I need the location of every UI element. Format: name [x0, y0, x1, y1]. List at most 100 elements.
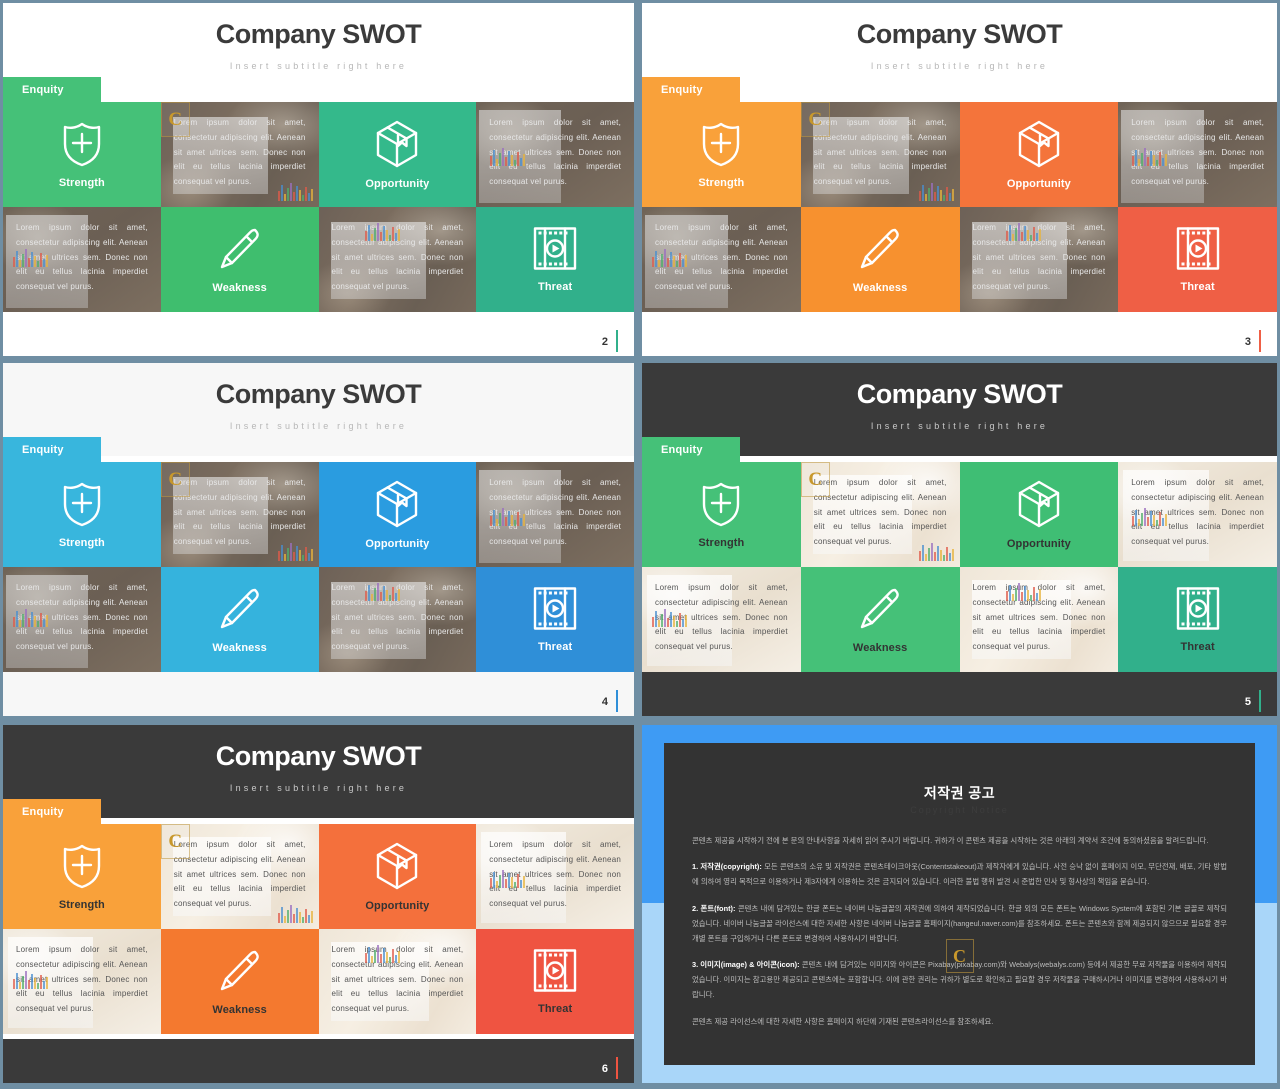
chart-accent	[364, 945, 400, 963]
swot-grid: Strength C Lorem ipsum dolor sit amet, con…	[3, 102, 634, 312]
quadrant-strength[interactable]: Strength	[3, 824, 161, 929]
quadrant-label: Weakness	[212, 282, 267, 294]
description-tile: Lorem ipsum dolor sit amet, consectetur …	[959, 207, 1119, 312]
watermark-logo: C	[160, 102, 190, 137]
quadrant-threat[interactable]: Threat	[1118, 567, 1277, 672]
quadrant-threat[interactable]: Threat	[1118, 207, 1277, 312]
page-title: Company SWOT	[215, 379, 422, 409]
copyright-section-1: 1. 저작권(copyright): 모든 콘텐츠의 소유 및 저작권은 콘텐츠…	[692, 862, 1227, 887]
slide-6[interactable]: Company SWOT Insert subtitle right here En…	[3, 725, 634, 1083]
quadrant-label: Threat	[1180, 281, 1215, 293]
slide-2[interactable]: Company SWOT Insert subtitle right here En…	[3, 3, 634, 356]
quadrant-label: Threat	[538, 281, 573, 293]
quadrant-weakness[interactable]: Weakness	[800, 567, 960, 672]
chart-accent	[13, 249, 48, 267]
description-tile: Lorem ipsum dolor sit amet, consectetur …	[1118, 462, 1277, 567]
quadrant-label: Opportunity	[365, 178, 430, 190]
page-number: 3	[1244, 336, 1251, 348]
description-tile: Lorem ipsum dolor sit amet, consectetur …	[959, 567, 1119, 672]
quadrant-opportunity[interactable]: Opportunity	[318, 102, 477, 207]
chart-accent	[490, 870, 526, 888]
enquity-tab[interactable]: Enquity	[642, 77, 740, 102]
shield-plus-icon	[63, 844, 101, 889]
watermark-logo: C	[945, 939, 974, 973]
quadrant-label: Weakness	[212, 1004, 267, 1016]
page-title: Company SWOT	[215, 741, 422, 771]
enquity-tab[interactable]: Enquity	[3, 799, 101, 824]
chart-accent	[490, 508, 526, 526]
page-subtitle: Insert subtitle right here	[870, 421, 1049, 431]
shield-plus-icon	[703, 482, 740, 527]
page-subtitle: Insert subtitle right here	[229, 421, 408, 431]
film-play-icon	[533, 949, 577, 992]
film-play-icon	[1176, 587, 1219, 630]
slide-footer: 3	[642, 312, 1277, 356]
quadrant-opportunity[interactable]: Opportunity	[959, 462, 1119, 567]
slide-copyright[interactable]: 저작권 공고 Copyright Notice 콘텐츠 제공을 시작하기 전에 본 …	[642, 725, 1277, 1083]
shield-plus-icon	[63, 482, 101, 527]
chart-accent	[1132, 148, 1168, 166]
quadrant-strength[interactable]: Strength	[3, 102, 161, 207]
page-number: 4	[601, 696, 608, 708]
copyright-outro: 콘텐츠 제공 라이선스에 대한 자세한 사항은 홈페이지 하단에 기재된 콘텐츠…	[692, 1016, 994, 1026]
description-tile: Lorem ipsum dolor sit amet, consectetur …	[318, 207, 477, 312]
quadrant-weakness[interactable]: Weakness	[160, 567, 319, 672]
quadrant-strength[interactable]: Strength	[3, 462, 161, 567]
description-tile: Lorem ipsum dolor sit amet, consectetur …	[3, 929, 161, 1034]
quadrant-label: Opportunity	[1006, 538, 1071, 550]
page-title: Company SWOT	[215, 19, 422, 49]
quadrant-threat[interactable]: Threat	[476, 567, 634, 672]
page-number-bar	[616, 1057, 618, 1079]
quadrant-label: Threat	[538, 641, 573, 653]
film-play-icon	[1176, 227, 1219, 270]
enquity-tab-label: Enquity	[661, 83, 703, 96]
slide-5[interactable]: Company SWOT Insert subtitle right here En…	[642, 363, 1277, 716]
quadrant-strength[interactable]: Strength	[642, 462, 801, 567]
page-title: Company SWOT	[856, 19, 1063, 49]
enquity-tab[interactable]: Enquity	[642, 437, 740, 462]
chart-accent	[918, 543, 954, 561]
chart-accent	[490, 148, 526, 166]
description-tile: Lorem ipsum dolor sit amet, consectetur …	[642, 207, 801, 312]
slide-footer: 4	[3, 672, 634, 716]
quadrant-weakness[interactable]: Weakness	[160, 207, 319, 312]
pencil-icon	[220, 588, 259, 629]
enquity-tab[interactable]: Enquity	[3, 77, 101, 102]
watermark-logo: C	[160, 824, 190, 859]
quadrant-weakness[interactable]: Weakness	[160, 929, 319, 1034]
pencil-icon	[860, 588, 899, 629]
chart-accent	[1132, 508, 1168, 526]
quadrant-weakness[interactable]: Weakness	[800, 207, 960, 312]
box-3d-icon	[1018, 480, 1060, 528]
copyright-title: 저작권 공고	[923, 785, 996, 801]
shield-plus-icon	[63, 122, 101, 167]
slide-3[interactable]: Company SWOT Insert subtitle right here En…	[642, 3, 1277, 356]
swot-grid: Strength C Lorem ipsum dolor sit amet, con…	[3, 824, 634, 1034]
quadrant-opportunity[interactable]: Opportunity	[959, 102, 1119, 207]
quadrant-label: Strength	[58, 177, 105, 189]
watermark-logo: C	[800, 102, 830, 137]
thumb-cell-3: Company SWOT Insert subtitle right here En…	[637, 0, 1280, 360]
page-number-bar	[1259, 690, 1261, 712]
enquity-tab-label: Enquity	[661, 443, 703, 456]
slide-4[interactable]: Company SWOT Insert subtitle right here En…	[3, 363, 634, 716]
quadrant-threat[interactable]: Threat	[476, 207, 634, 312]
enquity-tab[interactable]: Enquity	[3, 437, 101, 462]
quadrant-opportunity[interactable]: Opportunity	[318, 462, 477, 567]
description-tile: Lorem ipsum dolor sit amet, consectetur …	[318, 929, 477, 1034]
quadrant-label: Weakness	[852, 642, 908, 654]
quadrant-label: Strength	[58, 899, 105, 911]
copyright-intro: 콘텐츠 제공을 시작하기 전에 본 문의 안내사항을 자세히 읽어 주시기 바랍…	[692, 836, 1209, 845]
quadrant-opportunity[interactable]: Opportunity	[318, 824, 477, 929]
chart-accent	[277, 905, 313, 923]
quadrant-threat[interactable]: Threat	[476, 929, 634, 1034]
description-tile: Lorem ipsum dolor sit amet, consectetur …	[3, 567, 161, 672]
slide-footer: 6	[3, 1039, 634, 1083]
quadrant-label: Strength	[698, 177, 745, 189]
quadrant-strength[interactable]: Strength	[642, 102, 801, 207]
page-number: 2	[601, 336, 608, 348]
quadrant-label: Threat	[538, 1003, 573, 1015]
chart-accent	[13, 971, 48, 989]
chart-accent	[277, 183, 313, 201]
description-tile: C Lorem ipsum dolor sit amet, consectetur…	[800, 102, 960, 207]
